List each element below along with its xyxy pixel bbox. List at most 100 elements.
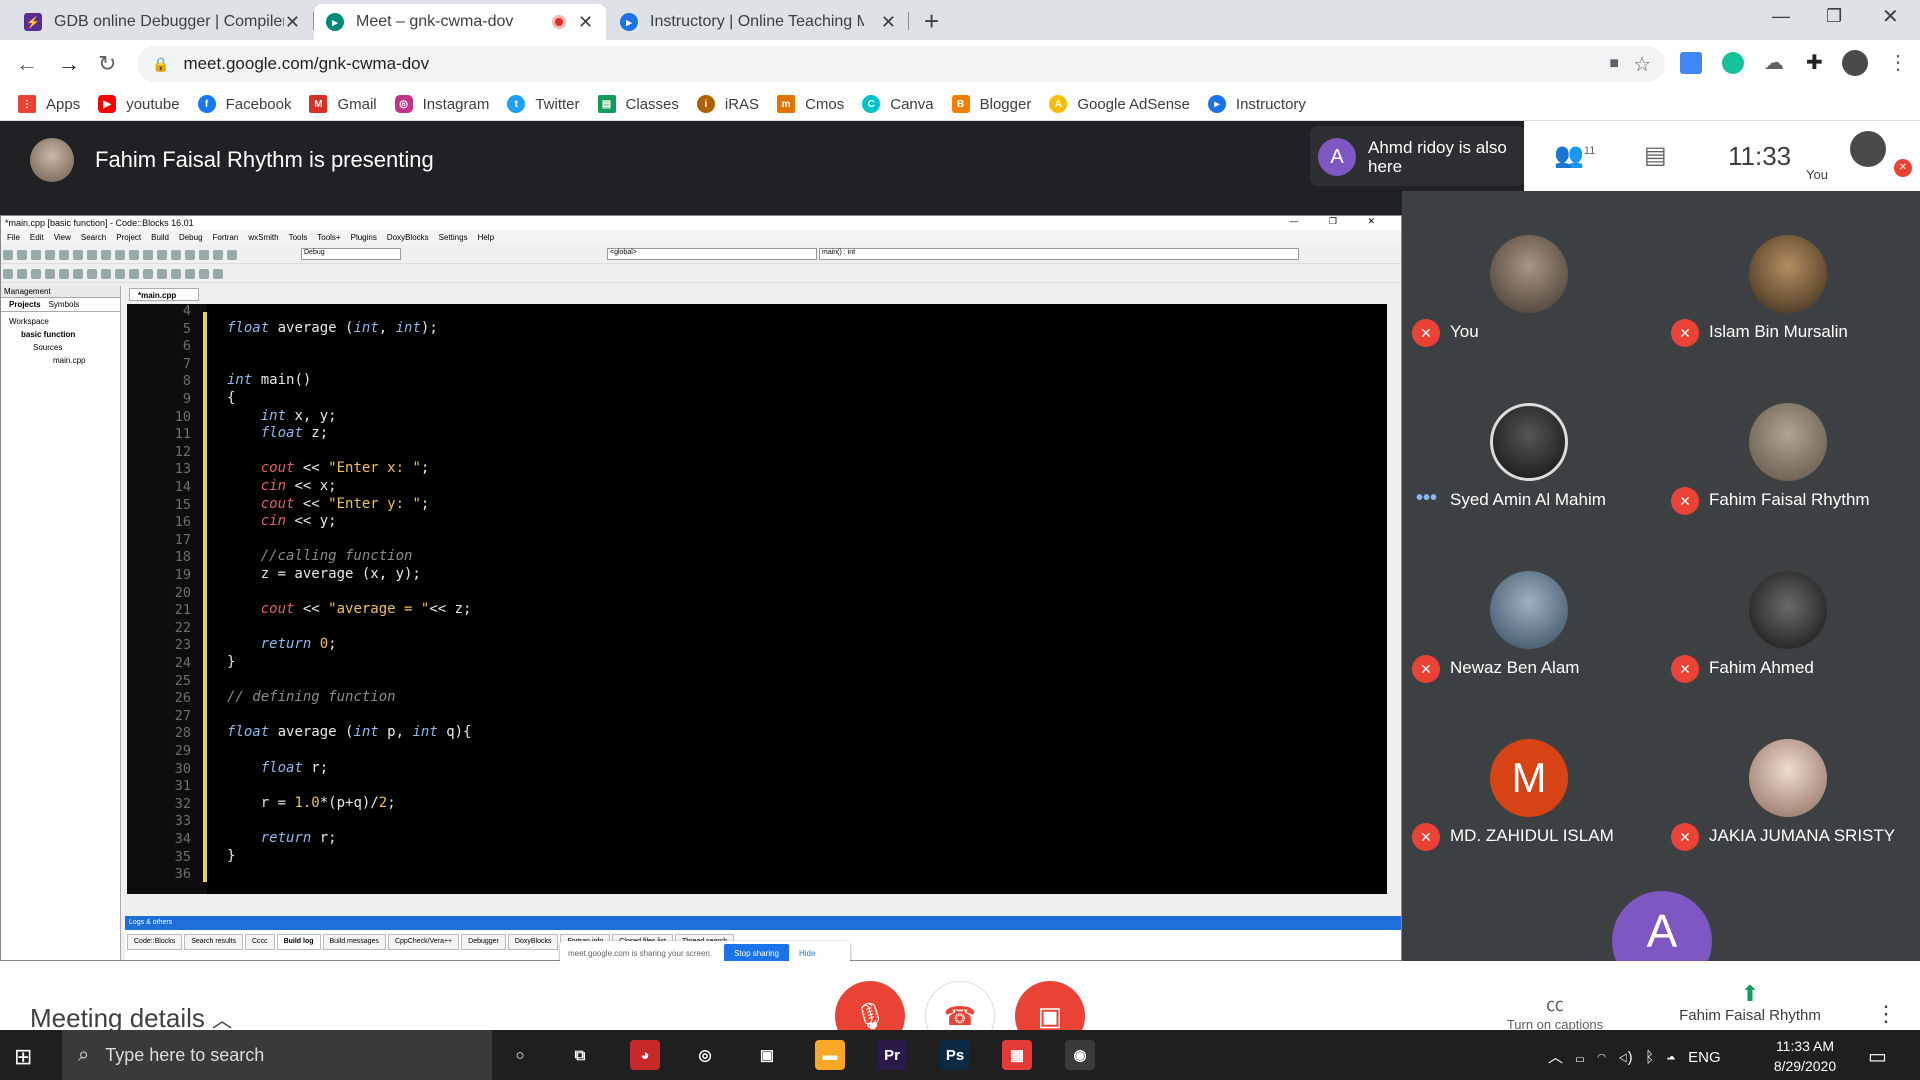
bookmark-gmail[interactable]: M Gmail (309, 95, 377, 113)
tree-workspace[interactable]: Workspace (9, 315, 112, 328)
presentation-button[interactable]: ⬆ Fahim Faisal Rhythm (1660, 981, 1840, 1024)
log-tab[interactable]: CppCheck/Vera++ (387, 934, 460, 950)
bookmark-facebook[interactable]: f Facebook (197, 95, 291, 113)
bookmark-instructory[interactable]: ▸ Instructory (1207, 95, 1306, 113)
bookmark-classes[interactable]: ▤ Classes (597, 95, 679, 113)
chrome-icon[interactable]: ◉ (1065, 1040, 1095, 1070)
close-icon[interactable]: ✕ (285, 12, 300, 33)
cortana-icon[interactable]: ○ (505, 1040, 535, 1070)
participant-tile[interactable]: ✕ Newaz Ben Alam (1402, 527, 1661, 695)
maximize-button[interactable]: ❐ (1826, 6, 1842, 27)
menu-edit[interactable]: Edit (30, 233, 44, 242)
log-tab[interactable]: DoxyBlocks (507, 934, 559, 950)
stop-sharing-button[interactable]: Stop sharing (724, 943, 789, 963)
window-controls[interactable]: — ❐ ✕ (1289, 216, 1389, 227)
editor-tab[interactable]: *main.cpp (129, 288, 199, 301)
new-tab-button[interactable]: + (924, 6, 939, 37)
menu-wxsmith[interactable]: wxSmith (248, 233, 278, 242)
profile-avatar[interactable] (1842, 50, 1868, 76)
log-tab[interactable]: Build log (276, 934, 321, 950)
participant-tile[interactable]: M ✕ MD. ZAHIDUL ISLAM (1402, 695, 1661, 863)
participant-tile[interactable]: A (1402, 863, 1920, 961)
tree-project[interactable]: basic function (9, 328, 112, 341)
grammarly-icon[interactable] (1722, 52, 1744, 74)
log-tab[interactable]: Debugger (461, 934, 506, 950)
premiere-icon[interactable]: Pr (877, 1040, 907, 1070)
tab-instructory[interactable]: ▸ Instructory | Online Teaching Ma ✕ (608, 4, 908, 40)
store-icon[interactable]: ▣ (752, 1040, 782, 1070)
menu-view[interactable]: View (54, 233, 71, 242)
log-tab[interactable]: Cccc (245, 934, 275, 950)
build-target-select[interactable]: Debug (301, 248, 401, 260)
vertical-scrollbar[interactable] (1388, 304, 1401, 894)
bookmark-cmos[interactable]: m Cmos (777, 95, 844, 113)
menu-icon[interactable]: ⋮ (1888, 50, 1908, 75)
bluetooth-icon[interactable]: ᛒ (1645, 1049, 1654, 1066)
back-button[interactable]: ← (16, 52, 38, 76)
participant-tile[interactable]: ✕ Islam Bin Mursalin (1661, 191, 1920, 359)
chat-icon[interactable]: ▤ (1644, 141, 1667, 170)
omnibox[interactable]: 🔒 meet.google.com/gnk-cwma-dov ■ ☆ (137, 46, 1665, 82)
menu-doxyblocks[interactable]: DoxyBlocks (387, 233, 429, 242)
battery-icon[interactable]: ▭ (1576, 1049, 1585, 1066)
extension-icon[interactable]: ☁ (1764, 50, 1784, 75)
tab-meet[interactable]: ▸ Meet – gnk-cwma-dov ✕ (314, 4, 606, 40)
scope-select[interactable]: <global> (607, 248, 817, 260)
bookmark-apps[interactable]: ⋮ Apps (18, 95, 80, 113)
chevron-up-icon[interactable]: ︿ (1548, 1049, 1563, 1066)
obs-icon[interactable]: ◎ (690, 1040, 720, 1070)
camera-icon[interactable]: ■ (1609, 55, 1619, 73)
log-tab[interactable]: Code::Blocks (127, 934, 183, 950)
explorer-icon[interactable]: ▬ (815, 1040, 845, 1070)
forward-button[interactable]: → (58, 52, 80, 76)
menu-fortran[interactable]: Fortran (213, 233, 239, 242)
notification-icon[interactable]: ▭ (1868, 1044, 1887, 1069)
people-icon[interactable]: 👥11 (1554, 141, 1595, 170)
menu-help[interactable]: Help (478, 233, 494, 242)
tab-projects[interactable]: Projects (9, 300, 41, 309)
log-tab[interactable]: Build messages (322, 934, 386, 950)
menu-debug[interactable]: Debug (179, 233, 203, 242)
tab-gdb[interactable]: ⚡ GDB online Debugger | Compiler ✕ (12, 4, 312, 40)
minimize-button[interactable]: — (1772, 6, 1790, 27)
bookmark-adsense[interactable]: A Google AdSense (1049, 95, 1190, 113)
wifi-icon[interactable]: ◠ (1597, 1049, 1606, 1066)
also-here-chip[interactable]: A Ahmd ridoy is also here (1310, 126, 1525, 186)
captions-button[interactable]: ㏄ Turn on captions (1490, 991, 1620, 1032)
participant-tile[interactable]: ✕ Fahim Ahmed (1661, 527, 1920, 695)
windows-start-icon[interactable]: ⊞ (14, 1044, 32, 1070)
menu-project[interactable]: Project (116, 233, 141, 242)
menu-file[interactable]: File (7, 233, 20, 242)
more-options-icon[interactable]: ⋮ (1875, 1001, 1897, 1027)
bookmark-star-icon[interactable]: ☆ (1633, 52, 1651, 77)
close-icon[interactable]: ✕ (578, 12, 593, 33)
bookmark-youtube[interactable]: ▶ youtube (98, 95, 180, 113)
participant-tile[interactable]: ••• Syed Amin Al Mahim (1402, 359, 1661, 527)
menu-settings[interactable]: Settings (439, 233, 468, 242)
participant-tile[interactable]: ✕ Fahim Faisal Rhythm (1661, 359, 1920, 527)
bookmark-canva[interactable]: C Canva (862, 95, 934, 113)
language-indicator[interactable]: ENG (1688, 1049, 1721, 1066)
close-window-button[interactable]: ✕ (1882, 4, 1899, 29)
tab-symbols[interactable]: Symbols (49, 300, 80, 309)
tree-file[interactable]: main.cpp (9, 354, 112, 367)
windows-store-tiles-icon[interactable]: ▦ (1002, 1040, 1032, 1070)
menu-build[interactable]: Build (151, 233, 169, 242)
puzzle-icon[interactable]: ✚ (1806, 50, 1823, 75)
menu-tools[interactable]: Tools (289, 233, 308, 242)
bookmark-iras[interactable]: i iRAS (696, 95, 759, 113)
paint-icon[interactable]: ◕ (630, 1040, 660, 1070)
onedrive-icon[interactable]: ☁ (1667, 1049, 1676, 1066)
close-icon[interactable]: ✕ (881, 12, 896, 33)
reload-button[interactable]: ↻ (98, 52, 116, 76)
bookmark-blogger[interactable]: B Blogger (951, 95, 1031, 113)
taskbar-clock[interactable]: 11:33 AM 8/29/2020 (1760, 1036, 1850, 1076)
bookmark-twitter[interactable]: t Twitter (507, 95, 580, 113)
photoshop-icon[interactable]: Ps (940, 1040, 970, 1070)
menu-tools-plus[interactable]: Tools+ (317, 233, 340, 242)
hide-button[interactable]: Hide (799, 949, 815, 958)
bookmark-instagram[interactable]: ◎ Instagram (394, 95, 489, 113)
taskbar-search-box[interactable]: ⌕ Type here to search (62, 1030, 492, 1080)
menu-plugins[interactable]: Plugins (351, 233, 377, 242)
volume-icon[interactable]: ◁) (1619, 1049, 1633, 1066)
